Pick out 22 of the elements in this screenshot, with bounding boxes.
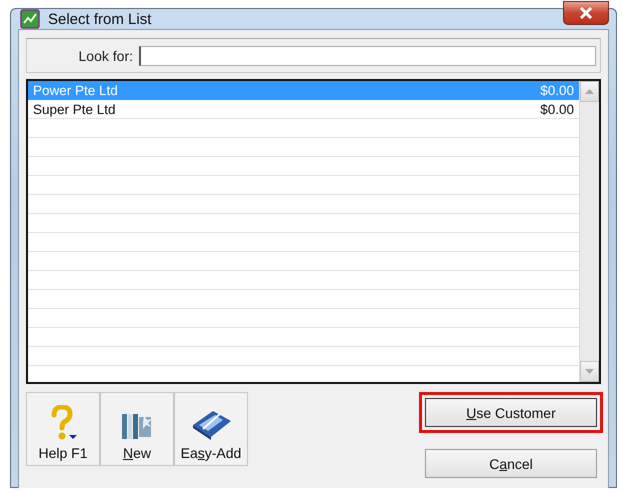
scroll-down-button[interactable] xyxy=(580,361,599,382)
scrollbar[interactable] xyxy=(579,81,599,382)
dialog-button[interactable]: Use Customer xyxy=(425,398,597,427)
close-button[interactable] xyxy=(563,1,609,25)
close-icon xyxy=(579,7,593,19)
toolbar-button[interactable]: Help F1 xyxy=(26,392,100,466)
dialog-button[interactable]: Cancel xyxy=(425,449,597,478)
look-for-field[interactable] xyxy=(139,46,596,66)
window-title: Select from List xyxy=(48,10,152,28)
books-icon xyxy=(120,411,154,441)
customer-name: Power Pte Ltd xyxy=(33,82,118,98)
toolbar-button[interactable]: New xyxy=(100,392,174,466)
look-for-label: Look for: xyxy=(78,48,133,64)
scroll-up-button[interactable] xyxy=(580,81,599,102)
down-arrow-icon xyxy=(585,369,594,374)
toolbar-button[interactable]: Easy-Add xyxy=(174,392,248,466)
list-row[interactable]: Super Pte Ltd $0.00 xyxy=(28,100,579,119)
up-arrow-icon xyxy=(585,89,594,94)
customer-name: Super Pte Ltd xyxy=(33,102,116,116)
chart-icon xyxy=(20,9,40,29)
customer-balance: $0.00 xyxy=(540,102,574,116)
customer-balance: $0.00 xyxy=(540,82,574,98)
